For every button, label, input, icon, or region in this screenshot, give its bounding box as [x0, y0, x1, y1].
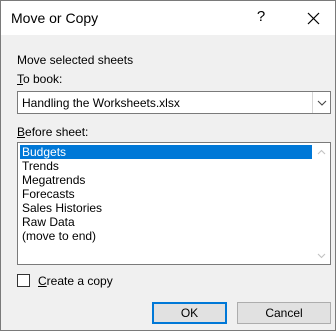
before-sheet-listbox[interactable]: Budgets Trends Megatrends Forecasts Sales Hi…: [17, 142, 331, 265]
close-icon: [307, 12, 319, 25]
sheet-list-item[interactable]: Trends: [20, 159, 312, 173]
sheet-list-item[interactable]: Raw Data: [20, 215, 312, 229]
scroll-up-button[interactable]: [313, 143, 330, 160]
create-copy-label[interactable]: Create a copy: [38, 274, 113, 288]
sheet-list-item[interactable]: Forecasts: [20, 187, 312, 201]
sheet-list-item[interactable]: Budgets: [20, 145, 312, 159]
sheet-list: Budgets Trends Megatrends Forecasts Sales Hi…: [20, 145, 312, 243]
create-copy-label-text: reate a copy: [46, 274, 113, 288]
to-book-label: To book:: [17, 72, 62, 86]
to-book-label-text: o book:: [23, 72, 63, 86]
ok-button[interactable]: OK: [152, 302, 227, 324]
sheet-list-item[interactable]: Megatrends: [20, 173, 312, 187]
before-sheet-label: Before sheet:: [17, 125, 88, 139]
before-sheet-label-text: efore sheet:: [25, 125, 89, 139]
create-copy-accesskey: C: [38, 274, 47, 288]
chevron-down-icon: [317, 100, 326, 106]
move-or-copy-dialog: Move or Copy ? Move selected sheets To b…: [0, 0, 336, 331]
close-button[interactable]: [303, 7, 323, 29]
dropdown-button[interactable]: [312, 92, 330, 113]
create-copy-checkbox[interactable]: [17, 274, 30, 287]
listbox-scrollbar[interactable]: [313, 143, 330, 264]
to-book-select[interactable]: Handling the Worksheets.xlsx: [17, 91, 331, 114]
scroll-down-button[interactable]: [313, 247, 330, 264]
before-sheet-accesskey: B: [17, 125, 26, 139]
chevron-down-icon: [317, 253, 326, 258]
sheet-list-item[interactable]: (move to end): [20, 229, 312, 243]
to-book-value: Handling the Worksheets.xlsx: [22, 96, 180, 110]
dialog-title: Move or Copy: [11, 10, 99, 26]
move-selected-sheets-label: Move selected sheets: [17, 53, 134, 67]
sheet-list-item[interactable]: Sales Histories: [20, 201, 312, 215]
title-bar: Move or Copy ?: [1, 1, 335, 35]
cancel-button[interactable]: Cancel: [237, 302, 331, 324]
help-button[interactable]: ?: [253, 8, 269, 28]
chevron-up-icon: [317, 149, 326, 154]
